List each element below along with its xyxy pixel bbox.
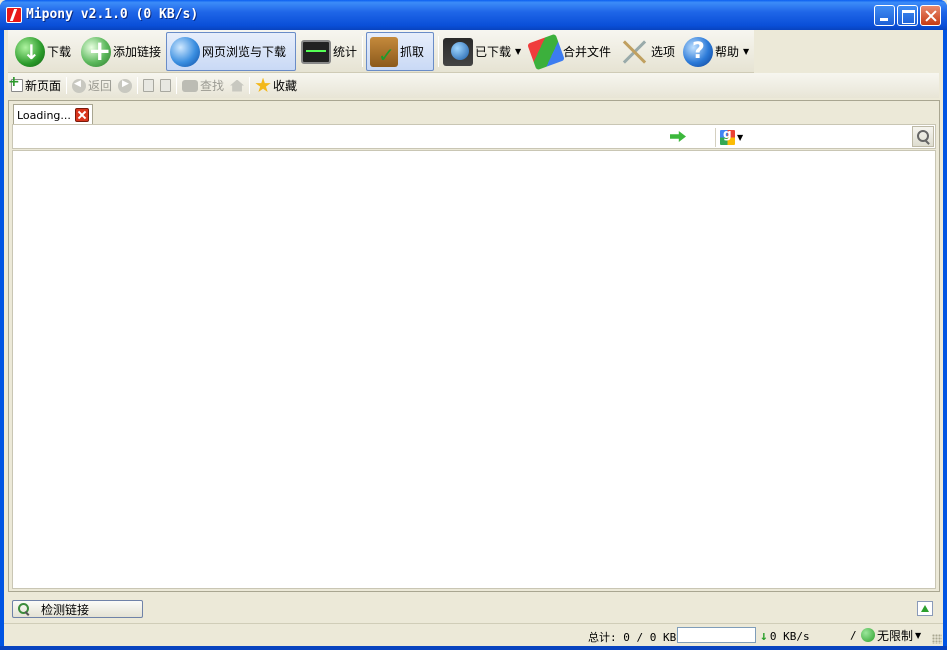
- home-button[interactable]: [227, 75, 247, 96]
- url-input[interactable]: [16, 127, 661, 146]
- maximize-button[interactable]: [897, 5, 918, 26]
- window-title: Mipony v2.1.0 (0 KB/s): [26, 7, 199, 22]
- web-browse-download-label: 网页浏览与下载: [202, 45, 287, 59]
- chevron-down-icon: ▼: [515, 47, 522, 56]
- options-label: 选项: [651, 45, 676, 59]
- forward-arrow-icon: [118, 78, 133, 93]
- refresh-page-icon: [160, 79, 172, 92]
- downloaded-globe-icon: [443, 37, 473, 66]
- toolbar-separator: [176, 77, 178, 94]
- toolbar-separator: [362, 36, 363, 67]
- globe-icon: [170, 36, 200, 67]
- merge-files-label: 合并文件: [563, 45, 612, 59]
- download-icon: [15, 36, 45, 67]
- downloaded-dropdown-button[interactable]: 已下载 ▼: [440, 32, 524, 71]
- resize-grip[interactable]: [932, 634, 942, 644]
- speed-readout: ↓ 0 KB/s: [760, 629, 810, 644]
- google-icon: [720, 127, 735, 145]
- options-button[interactable]: 选项: [616, 32, 678, 71]
- stop-page-icon: [143, 79, 155, 92]
- chevron-down-icon: ▼: [737, 133, 744, 142]
- home-icon: [230, 79, 245, 92]
- download-arrow-icon: ↓: [760, 629, 768, 644]
- tab-label: Loading...: [17, 108, 71, 122]
- chevron-down-icon: ▼: [743, 47, 750, 56]
- merge-files-button[interactable]: 合并文件: [527, 32, 614, 71]
- find-button[interactable]: 查找: [179, 75, 227, 96]
- add-links-label: 添加链接: [113, 45, 162, 59]
- stats-button[interactable]: 统计: [298, 32, 360, 71]
- close-button[interactable]: [920, 5, 941, 26]
- status-bar: 总计: 0 / 0 KB ↓ 0 KB/s / 无限制 ▼: [4, 623, 943, 646]
- favorites-button[interactable]: 收藏: [252, 75, 300, 96]
- star-icon: [255, 77, 271, 93]
- close-tab-icon[interactable]: [75, 108, 89, 122]
- browser-panel: Loading... ▼: [8, 100, 940, 592]
- search-button[interactable]: [912, 126, 934, 147]
- toolbar-separator: [137, 77, 139, 94]
- web-content-area[interactable]: [12, 150, 936, 589]
- web-browse-download-button[interactable]: 网页浏览与下载: [166, 32, 296, 71]
- help-label: 帮助: [715, 45, 740, 59]
- speed-limit-icon: [861, 628, 875, 642]
- app-window: Mipony v2.1.0 (0 KB/s) 下载 添加链接 网页浏览与下载 统…: [0, 0, 947, 650]
- help-dropdown-button[interactable]: 帮助 ▼: [680, 32, 752, 71]
- forward-button[interactable]: [115, 75, 135, 96]
- speed-value: 0 KB/s: [769, 630, 810, 643]
- title-bar[interactable]: Mipony v2.1.0 (0 KB/s): [0, 0, 947, 30]
- main-toolbar: 下载 添加链接 网页浏览与下载 统计 抓取 已下载: [8, 30, 754, 73]
- expand-panel-button[interactable]: [917, 601, 933, 616]
- help-icon: [683, 36, 713, 67]
- toolbar-separator: [249, 77, 251, 94]
- grab-button[interactable]: 抓取: [366, 32, 434, 71]
- back-arrow-icon: [72, 78, 87, 93]
- download-button[interactable]: 下载: [12, 32, 74, 71]
- search-input[interactable]: [751, 127, 906, 146]
- tools-icon: [619, 37, 649, 67]
- minimize-button[interactable]: [874, 5, 895, 26]
- stats-monitor-icon: [301, 39, 331, 64]
- check-links-label: 检测链接: [41, 602, 90, 617]
- app-logo-icon: [6, 7, 22, 23]
- back-label: 返回: [88, 79, 113, 93]
- total-progress-bar: [677, 627, 756, 643]
- check-links-button[interactable]: 检测链接: [12, 600, 143, 618]
- client-area: 下载 添加链接 网页浏览与下载 统计 抓取 已下载: [4, 30, 943, 646]
- stats-label: 统计: [333, 45, 358, 59]
- chevron-down-icon: ▼: [915, 630, 922, 640]
- window-frame-bottom: [0, 646, 947, 650]
- toolbar-separator: [66, 77, 68, 94]
- grab-label: 抓取: [400, 45, 425, 59]
- search-engine-selector[interactable]: ▼: [715, 127, 749, 147]
- toolbar-separator: [438, 36, 439, 67]
- speed-separator: /: [850, 629, 857, 642]
- magnifier-icon: [17, 602, 31, 616]
- downloaded-label: 已下载: [475, 45, 512, 59]
- add-links-button[interactable]: 添加链接: [78, 32, 164, 71]
- new-page-icon: [8, 74, 23, 92]
- download-label: 下载: [47, 45, 72, 59]
- stop-button[interactable]: [140, 75, 157, 96]
- new-page-button[interactable]: 新页面: [8, 74, 64, 96]
- find-label: 查找: [200, 79, 225, 93]
- go-arrow-icon[interactable]: [670, 131, 686, 142]
- address-bar: ▼: [12, 124, 936, 149]
- binoculars-icon: [182, 79, 199, 92]
- back-button[interactable]: 返回: [69, 75, 115, 96]
- add-icon: [81, 34, 111, 67]
- total-size: 总计: 0 / 0 KB: [588, 631, 677, 644]
- speed-limit-label: 无限制: [877, 628, 914, 643]
- browser-tab[interactable]: Loading...: [13, 104, 93, 125]
- new-page-label: 新页面: [25, 79, 62, 93]
- browser-nav-toolbar: 新页面 返回 查找: [8, 73, 939, 98]
- speed-limit-dropdown[interactable]: 无限制 ▼: [861, 626, 921, 644]
- clipboard-check-icon: [370, 36, 398, 67]
- favorites-label: 收藏: [273, 79, 298, 93]
- merge-icon: [527, 33, 565, 70]
- refresh-button[interactable]: [157, 75, 174, 96]
